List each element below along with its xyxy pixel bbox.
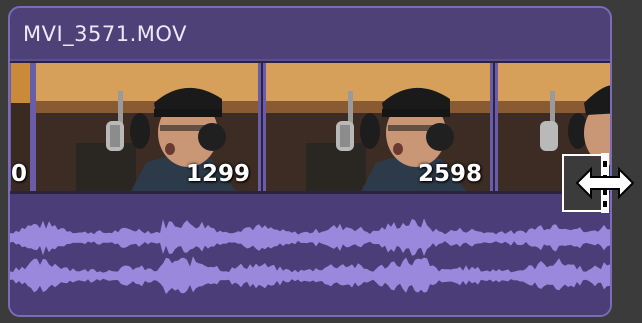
frame-number: 0: [11, 161, 28, 187]
filmstrip[interactable]: 0 1299 2598: [10, 59, 610, 197]
trim-resize-cursor-icon: [561, 153, 641, 213]
video-clip[interactable]: MVI_3571.MOV 0 1299 2598: [8, 6, 612, 317]
filmstrip-frame: 0: [10, 63, 33, 191]
frame-number: 2598: [417, 161, 482, 187]
clip-title: MVI_3571.MOV: [23, 22, 187, 46]
frame-number: 1299: [185, 161, 250, 187]
filmstrip-frame: 2598: [263, 63, 493, 191]
timeline-area: MVI_3571.MOV 0 1299 2598: [0, 0, 642, 323]
filmstrip-frame: 1299: [33, 63, 261, 191]
audio-waveform[interactable]: [10, 194, 610, 315]
